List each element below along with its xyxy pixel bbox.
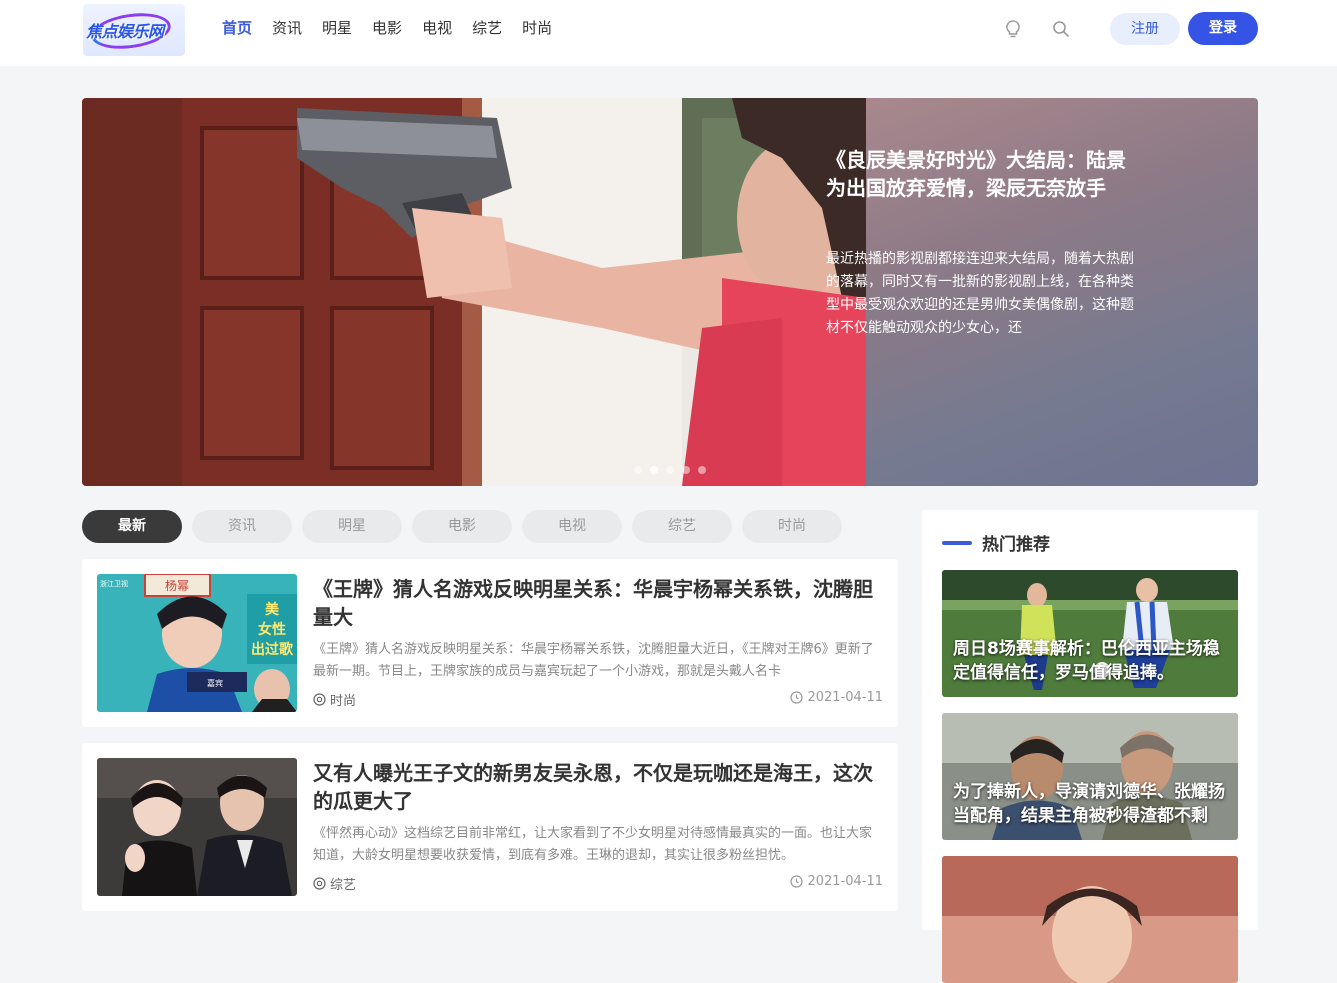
article-card[interactable]: 杨幂 嘉宾 美 女性 出过歌 浙江卫视 《王牌》猜人名游戏反映明星关系：华晨宇杨… xyxy=(82,559,898,727)
hot-item[interactable]: 周日8场赛事解析：巴伦西亚主场稳定值得信任，罗马值得追捧。 xyxy=(942,570,1238,697)
thumb-channel-logo: 浙江卫视 xyxy=(100,579,128,588)
carousel-dot[interactable] xyxy=(634,466,642,474)
article-thumbnail[interactable]: 杨幂 嘉宾 美 女性 出过歌 浙江卫视 xyxy=(97,574,297,712)
hero-description: 最近热播的影视剧都接连迎来大结局，随着大热剧的落幕，同时又有一批新的影视剧上线，… xyxy=(826,251,1134,336)
category-icon xyxy=(313,877,326,890)
carousel-dot[interactable] xyxy=(698,466,706,474)
article-thumbnail[interactable] xyxy=(97,758,297,896)
article-date-label: 2021-04-11 xyxy=(807,874,883,889)
logo-text: 焦点娱乐网 xyxy=(86,22,164,41)
tab-variety[interactable]: 综艺 xyxy=(632,510,732,543)
article-description: 《怦然再心动》这档综艺目前非常红，让大家看到了不少女明星对待感情最真实的一面。也… xyxy=(313,826,873,863)
carousel-dot[interactable] xyxy=(666,466,674,474)
register-button[interactable]: 注册 xyxy=(1110,13,1180,45)
article-category[interactable]: 综艺 xyxy=(313,874,356,893)
bulb-icon[interactable] xyxy=(1002,18,1024,40)
article-category-label: 时尚 xyxy=(330,694,357,709)
nav-item-news[interactable]: 资讯 xyxy=(272,17,302,39)
thumb-caption-2: 女性 xyxy=(258,621,286,638)
panel-title: 热门推荐 xyxy=(982,535,1050,555)
tab-latest[interactable]: 最新 xyxy=(82,510,182,543)
panel-header: 热门推荐 xyxy=(942,530,1050,555)
article-date: 2021-04-11 xyxy=(790,874,883,889)
hot-recommend-panel: 热门推荐 周日8场赛事解析：巴伦西亚主场稳定值得信任，罗马值得追捧。 为了捧新人… xyxy=(922,510,1258,983)
hot-item[interactable] xyxy=(942,856,1238,983)
thumbnail-image: 杨幂 嘉宾 美 女性 出过歌 浙江卫视 xyxy=(97,574,297,712)
thumb-tag-name: 杨幂 xyxy=(165,578,189,593)
clock-icon xyxy=(790,691,804,704)
tab-stars[interactable]: 明星 xyxy=(302,510,402,543)
nav-item-variety[interactable]: 综艺 xyxy=(472,17,502,39)
title-accent-bar xyxy=(942,540,972,545)
nav-item-stars[interactable]: 明星 xyxy=(322,17,352,39)
svg-text:嘉宾: 嘉宾 xyxy=(207,678,223,688)
hot-item-title[interactable]: 周日8场赛事解析：巴伦西亚主场稳定值得信任，罗马值得追捧。 xyxy=(953,637,1229,685)
article-date: 2021-04-11 xyxy=(790,690,883,705)
nav-item-home[interactable]: 首页 xyxy=(222,17,252,39)
tab-fashion[interactable]: 时尚 xyxy=(742,510,842,543)
clock-icon xyxy=(790,875,804,888)
article-date-label: 2021-04-11 xyxy=(807,690,883,705)
hot-item[interactable]: 为了捧新人，导演请刘德华、张耀扬当配角，结果主角被秒得渣都不剩 xyxy=(942,713,1238,840)
article-description: 《王牌》猜人名游戏反映明星关系：华晨宇杨幂关系铁，沈腾胆量大近日，《王牌对王牌6… xyxy=(313,642,874,679)
nav-item-tv[interactable]: 电视 xyxy=(422,17,452,39)
tab-movies[interactable]: 电影 xyxy=(412,510,512,543)
carousel-dot[interactable] xyxy=(682,466,690,474)
nav-item-fashion[interactable]: 时尚 xyxy=(522,17,552,39)
site-logo[interactable]: 焦点娱乐网 xyxy=(83,4,185,56)
login-button[interactable]: 登录 xyxy=(1188,12,1258,45)
hero-title[interactable]: 《良辰美景好时光》大结局：陆景为出国放弃爱情，梁辰无奈放手 xyxy=(826,146,1136,202)
hot-item-image xyxy=(942,856,1238,983)
main-nav: 首页 资讯 明星 电影 电视 综艺 时尚 xyxy=(222,17,552,39)
hero-image xyxy=(82,98,866,486)
search-icon[interactable] xyxy=(1050,18,1072,40)
category-icon xyxy=(313,693,326,706)
article-title[interactable]: 又有人曝光王子文的新男友吴永恩，不仅是玩咖还是海王，这次的瓜更大了 xyxy=(313,759,883,815)
category-tabs: 最新 资讯 明星 电影 电视 综艺 时尚 xyxy=(82,510,842,543)
thumb-caption-3: 出过歌 xyxy=(251,641,294,658)
hot-item-title[interactable]: 为了捧新人，导演请刘德华、张耀扬当配角，结果主角被秒得渣都不剩 xyxy=(953,780,1229,828)
article-card[interactable]: 又有人曝光王子文的新男友吴永恩，不仅是玩咖还是海王，这次的瓜更大了 《怦然再心动… xyxy=(82,743,898,911)
carousel-dot-active[interactable] xyxy=(650,466,658,474)
tab-news[interactable]: 资讯 xyxy=(192,510,292,543)
article-category-label: 综艺 xyxy=(330,878,357,893)
tab-tv[interactable]: 电视 xyxy=(522,510,622,543)
carousel-dots xyxy=(634,466,706,474)
thumbnail-image xyxy=(97,758,297,896)
article-category[interactable]: 时尚 xyxy=(313,690,356,709)
site-header: 焦点娱乐网 首页 资讯 明星 电影 电视 综艺 时尚 注册 登录 xyxy=(0,0,1337,66)
thumb-caption-1: 美 xyxy=(265,601,280,618)
nav-item-movies[interactable]: 电影 xyxy=(372,17,402,39)
article-title[interactable]: 《王牌》猜人名游戏反映明星关系：华晨宇杨幂关系铁，沈腾胆量大 xyxy=(313,575,883,631)
